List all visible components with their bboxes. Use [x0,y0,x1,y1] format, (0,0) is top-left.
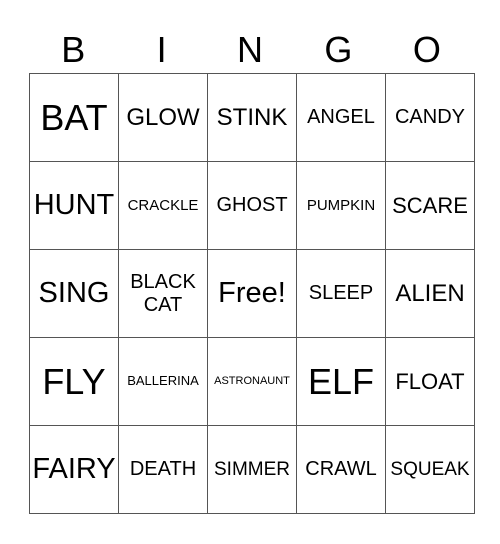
bingo-row: FLY BALLERINA ASTRONAUNT ELF FLOAT [29,337,475,426]
bingo-cell[interactable]: CRACKLE [118,161,208,250]
bingo-cell[interactable]: CRAWL [296,425,386,514]
bingo-card: BAT GLOW STINK ANGEL CANDY HUNT CRACKLE … [29,73,475,514]
free-space[interactable]: Free! [207,249,297,338]
bingo-cell[interactable]: SQUEAK [385,425,475,514]
header-letter-i: I [156,29,167,70]
bingo-cell[interactable]: PUMPKIN [296,161,386,250]
bingo-cell[interactable]: STINK [207,73,297,162]
bingo-row: HUNT CRACKLE GHOST PUMPKIN SCARE [29,161,475,250]
bingo-cell[interactable]: HUNT [29,161,119,250]
header-letter-o: O [412,29,441,70]
bingo-cell[interactable]: BALLERINA [118,337,208,426]
bingo-row: BAT GLOW STINK ANGEL CANDY [29,73,475,162]
bingo-cell[interactable]: FLY [29,337,119,426]
bingo-cell[interactable]: ASTRONAUNT [207,337,297,426]
bingo-cell[interactable]: SIMMER [207,425,297,514]
bingo-cell[interactable]: SCARE [385,161,475,250]
header-letter-g: G [324,29,353,70]
bingo-cell[interactable]: ALIEN [385,249,475,338]
bingo-cell[interactable]: BLACK CAT [118,249,208,338]
bingo-cell[interactable]: SLEEP [296,249,386,338]
bingo-row: SING BLACK CAT Free! SLEEP ALIEN [29,249,475,338]
bingo-cell[interactable]: ELF [296,337,386,426]
bingo-cell[interactable]: ANGEL [296,73,386,162]
bingo-cell[interactable]: BAT [29,73,119,162]
bingo-header: B I N G O [29,28,471,72]
bingo-cell[interactable]: SING [29,249,119,338]
header-letter-b: B [61,29,86,70]
bingo-row: FAIRY DEATH SIMMER CRAWL SQUEAK [29,425,475,514]
bingo-cell[interactable]: GLOW [118,73,208,162]
bingo-cell[interactable]: DEATH [118,425,208,514]
bingo-cell[interactable]: CANDY [385,73,475,162]
bingo-cell[interactable]: FLOAT [385,337,475,426]
bingo-cell[interactable]: GHOST [207,161,297,250]
bingo-cell[interactable]: FAIRY [29,425,119,514]
header-letter-n: N [237,29,264,70]
